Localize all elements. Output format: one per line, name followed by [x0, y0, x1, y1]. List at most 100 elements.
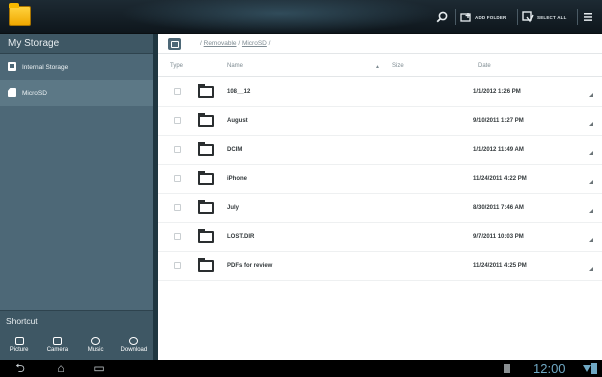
system-bar: ⮌ ⌂ ▭ 12:00: [0, 360, 602, 377]
folder-icon: [198, 258, 214, 272]
row-corner-indicator: [589, 180, 593, 184]
battery-icon: [591, 363, 597, 374]
file-name: 108__12: [227, 89, 251, 95]
sidebar-item-label: MicroSD: [22, 89, 47, 97]
column-type[interactable]: Type: [170, 63, 183, 69]
notification-icon[interactable]: [504, 364, 510, 373]
file-date: 8/30/2011 7:46 AM: [473, 205, 524, 211]
folder-icon: [198, 113, 214, 127]
sdcard-icon: [8, 88, 16, 97]
row-checkbox[interactable]: [174, 262, 181, 269]
file-name: July: [227, 205, 240, 211]
folder-icon: [198, 229, 214, 243]
home-button[interactable]: ⌂: [54, 362, 68, 375]
row-checkbox[interactable]: [174, 88, 181, 95]
shortcut-download[interactable]: Download: [115, 330, 153, 360]
select-all-label: SELECT ALL: [537, 14, 567, 20]
row-checkbox[interactable]: [174, 233, 181, 240]
file-date: 9/7/2011 10:03 PM: [473, 234, 524, 240]
folder-icon: [198, 200, 214, 214]
up-folder-button[interactable]: [168, 38, 181, 50]
table-row[interactable]: PDFs for review 11/24/2011 4:25 PM: [158, 252, 602, 281]
table-row[interactable]: iPhone 11/24/2011 4:22 PM: [158, 165, 602, 194]
action-separator: [517, 9, 518, 25]
my-storage-header: My Storage: [0, 34, 153, 54]
action-bar-glow: [120, 0, 440, 34]
file-date: 1/1/2012 1:26 PM: [473, 89, 521, 95]
folder-icon: [198, 142, 214, 156]
add-folder-button[interactable]: ADD FOLDER: [460, 0, 507, 34]
column-name[interactable]: Name: [227, 63, 243, 69]
row-corner-indicator: [589, 238, 593, 242]
row-checkbox[interactable]: [174, 204, 181, 211]
shortcut-label: Download: [120, 347, 148, 353]
action-separator: [455, 9, 456, 25]
search-icon: [436, 11, 448, 23]
action-separator: [577, 9, 578, 25]
column-date[interactable]: Date: [478, 63, 491, 69]
shortcut-label: Picture: [9, 347, 29, 353]
wifi-icon: [583, 365, 591, 372]
file-date: 11/24/2011 4:22 PM: [473, 176, 527, 182]
select-all-icon: [522, 11, 534, 23]
file-list-pane: / Removable / MicroSD / Type Name ▲ Size…: [158, 34, 602, 360]
folder-icon: [198, 171, 214, 185]
file-date: 9/10/2011 1:27 PM: [473, 118, 524, 124]
download-icon: [129, 337, 139, 345]
table-row[interactable]: DCIM 1/1/2012 11:49 AM: [158, 136, 602, 165]
file-name: August: [227, 118, 248, 124]
select-all-button[interactable]: SELECT ALL: [522, 0, 567, 34]
add-folder-icon: [460, 12, 471, 22]
file-date: 1/1/2012 11:49 AM: [473, 147, 524, 153]
shortcut-music[interactable]: Music: [77, 330, 115, 360]
sidebar-item-microsd[interactable]: MicroSD: [0, 80, 153, 106]
shortcut-header: Shortcut: [0, 310, 153, 330]
file-name: iPhone: [227, 176, 248, 182]
phone-icon: [8, 62, 16, 71]
shortcut-label: Music: [87, 347, 104, 353]
menu-icon: [584, 13, 592, 21]
table-row[interactable]: 108__12 1/1/2012 1:26 PM: [158, 78, 602, 107]
row-checkbox[interactable]: [174, 117, 181, 124]
clock[interactable]: 12:00: [533, 361, 566, 376]
breadcrumb-suffix: /: [266, 40, 271, 47]
sidebar: My Storage Internal Storage MicroSD Shor…: [0, 34, 153, 360]
sidebar-item-label: Internal Storage: [22, 63, 69, 71]
overflow-menu-button[interactable]: [583, 0, 593, 34]
table-row[interactable]: August 9/10/2011 1:27 PM: [158, 107, 602, 136]
file-manager-app-icon[interactable]: [9, 3, 31, 26]
breadcrumb: / Removable / MicroSD /: [158, 34, 602, 54]
action-bar: ADD FOLDER SELECT ALL: [0, 0, 602, 34]
file-name: LOST.DIR: [227, 234, 255, 240]
breadcrumb-path: / Removable / MicroSD /: [200, 40, 270, 47]
row-checkbox[interactable]: [174, 146, 181, 153]
sidebar-item-internal-storage[interactable]: Internal Storage: [0, 54, 153, 80]
file-name: PDFs for review: [227, 263, 273, 269]
column-header: Type Name ▲ Size Date: [158, 55, 602, 77]
breadcrumb-microsd[interactable]: MicroSD: [242, 40, 267, 47]
add-folder-label: ADD FOLDER: [475, 14, 507, 20]
shortcut-bar: Picture Camera Music Download: [0, 330, 153, 360]
breadcrumb-removable[interactable]: Removable: [204, 40, 237, 47]
picture-icon: [14, 337, 24, 345]
search-button[interactable]: [436, 0, 448, 34]
folder-icon: [198, 84, 214, 98]
row-corner-indicator: [589, 267, 593, 271]
row-corner-indicator: [589, 151, 593, 155]
sort-indicator-icon: ▲: [375, 64, 380, 70]
row-checkbox[interactable]: [174, 175, 181, 182]
row-corner-indicator: [589, 122, 593, 126]
back-button[interactable]: ⮌: [13, 362, 27, 375]
camera-icon: [52, 337, 62, 345]
shortcut-camera[interactable]: Camera: [38, 330, 76, 360]
recent-apps-button[interactable]: ▭: [92, 362, 106, 375]
shortcut-picture[interactable]: Picture: [0, 330, 38, 360]
file-date: 11/24/2011 4:25 PM: [473, 263, 527, 269]
table-row[interactable]: July 8/30/2011 7:46 AM: [158, 194, 602, 223]
table-row[interactable]: LOST.DIR 9/7/2011 10:03 PM: [158, 223, 602, 252]
shortcut-label: Camera: [46, 347, 69, 353]
music-icon: [91, 337, 101, 345]
column-size[interactable]: Size: [392, 63, 404, 69]
row-corner-indicator: [589, 209, 593, 213]
file-name: DCIM: [227, 147, 243, 153]
